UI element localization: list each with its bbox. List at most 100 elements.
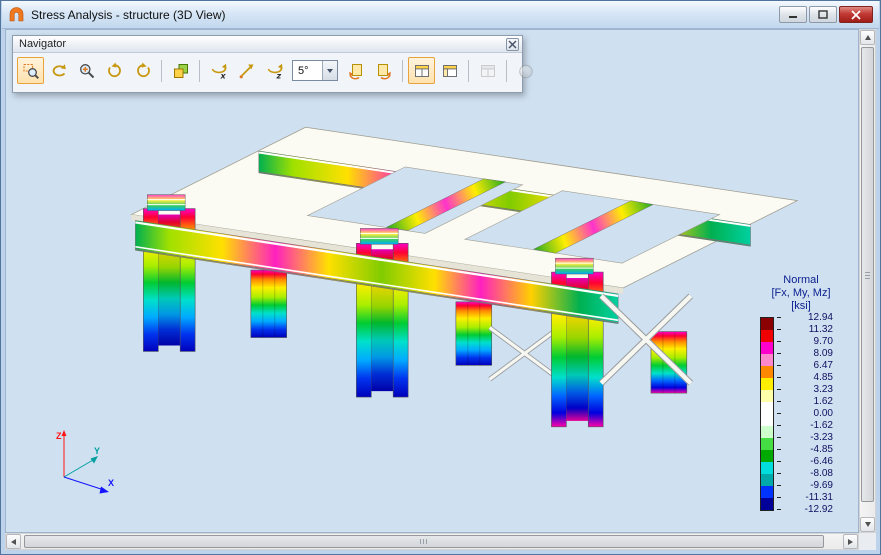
legend-band xyxy=(761,366,773,378)
rotate-view-ccw-button[interactable] xyxy=(101,57,128,84)
rotate-ccw-icon xyxy=(107,62,121,77)
legend-tick xyxy=(777,341,781,342)
window-controls xyxy=(779,6,873,23)
client-area: Navigator x z 5° Normal [Fx, My, Mz] [ks… xyxy=(5,29,876,550)
rotate-view-cw-button[interactable] xyxy=(129,57,156,84)
chevron-down-icon xyxy=(322,61,337,80)
legend-band xyxy=(761,486,773,498)
view-parallel-icon xyxy=(442,64,457,77)
legend-value: -6.46 xyxy=(810,456,833,467)
legend-band xyxy=(761,414,773,426)
scroll-right-button[interactable] xyxy=(843,534,858,549)
navigator-panel[interactable]: Navigator x z 5° xyxy=(12,35,533,93)
legend-value: 11.32 xyxy=(808,324,833,335)
rotate-z-letter: z xyxy=(275,71,281,80)
legend-tick xyxy=(777,413,781,414)
view-plane-icon xyxy=(480,64,495,77)
legend-colorbar xyxy=(760,317,774,511)
scroll-up-button[interactable] xyxy=(860,30,875,45)
maximize-button[interactable] xyxy=(809,6,837,23)
zoom-window-icon xyxy=(23,63,39,79)
legend-band xyxy=(761,498,773,510)
scroll-left-button[interactable] xyxy=(6,534,21,549)
legend-value: 9.70 xyxy=(813,336,833,347)
legend-value: 12.94 xyxy=(807,312,833,323)
rotation-angle-value: 5° xyxy=(298,64,309,77)
legend-band xyxy=(761,438,773,450)
vertical-scrollbar[interactable] xyxy=(859,29,876,533)
legend-value: -9.69 xyxy=(810,480,833,491)
app-icon xyxy=(9,7,24,22)
legend-tick xyxy=(777,389,781,390)
legend-band xyxy=(761,330,773,342)
rear-column[interactable] xyxy=(455,301,493,366)
legend-value: 6.47 xyxy=(813,360,833,371)
x-axis-label: X xyxy=(108,478,114,488)
legend-value: -1.62 xyxy=(810,420,833,431)
legend-band xyxy=(761,390,773,402)
legend-value: 0.00 xyxy=(813,408,833,419)
close-button[interactable] xyxy=(839,6,873,23)
thumb-grip-icon xyxy=(865,271,870,279)
scroll-up-icon xyxy=(864,35,871,40)
toolbar-separator xyxy=(468,59,469,82)
scroll-left-icon xyxy=(11,538,16,545)
vertical-scroll-thumb[interactable] xyxy=(861,47,874,502)
close-icon xyxy=(508,40,517,48)
axis-triad: Z Y X xyxy=(56,430,114,494)
rear-column[interactable] xyxy=(250,269,287,338)
toolbar-separator xyxy=(402,59,403,82)
rotation-angle-select[interactable]: 5° xyxy=(292,60,338,81)
beam-end[interactable] xyxy=(147,194,186,211)
navigator-titlebar[interactable]: Navigator xyxy=(13,36,522,53)
minimize-button[interactable] xyxy=(779,6,807,23)
legend-value: 8.09 xyxy=(813,348,833,359)
toolbar-separator xyxy=(199,59,200,82)
rotate-about-x-button[interactable]: x xyxy=(205,57,232,84)
legend-band xyxy=(761,354,773,366)
z-axis-arrow-icon xyxy=(61,430,67,436)
rotate-left-button[interactable] xyxy=(342,57,369,84)
free-rotation-button[interactable] xyxy=(233,57,260,84)
model-3d-view[interactable] xyxy=(6,30,858,532)
legend-tick xyxy=(777,509,781,510)
legend-value: -3.23 xyxy=(810,432,833,443)
view-isometric-button[interactable] xyxy=(408,57,435,84)
legend-band xyxy=(761,402,773,414)
app-window: Stress Analysis - structure (3D View) Na… xyxy=(0,0,881,555)
beam-end[interactable] xyxy=(555,257,594,275)
legend-band xyxy=(761,318,773,330)
legend-tick xyxy=(777,485,781,486)
scroll-down-button[interactable] xyxy=(860,517,875,532)
legend-value: 1.62 xyxy=(813,396,833,407)
rotate-about-z-button[interactable]: z xyxy=(261,57,288,84)
legend-band xyxy=(761,450,773,462)
legend-value: 3.23 xyxy=(813,384,833,395)
rotate-about-z-icon: z xyxy=(267,63,282,80)
rotate-right-button[interactable] xyxy=(370,57,397,84)
legend-band xyxy=(761,474,773,486)
beam-end[interactable] xyxy=(360,228,399,245)
minimize-icon xyxy=(789,15,797,18)
legend-value: 4.85 xyxy=(813,372,833,383)
horizontal-scroll-thumb[interactable] xyxy=(24,535,824,548)
legend-subtitle: [Fx, My, Mz] xyxy=(771,287,831,299)
display-layers-button[interactable] xyxy=(167,57,194,84)
navigator-toolbar: x z 5° xyxy=(13,53,533,88)
y-axis-arrow-icon xyxy=(90,456,98,464)
close-icon xyxy=(851,9,861,20)
zoom-in-button[interactable] xyxy=(73,57,100,84)
rotate-cw-icon xyxy=(136,62,150,77)
bracing[interactable] xyxy=(488,325,561,382)
rotate-left-icon xyxy=(348,63,362,79)
canvas[interactable]: Navigator x z 5° Normal [Fx, My, Mz] [ks… xyxy=(5,29,859,533)
legend-value: -11.31 xyxy=(805,492,833,503)
zoom-window-button[interactable] xyxy=(17,57,44,84)
legend-title: Normal xyxy=(783,274,819,286)
horizontal-scrollbar[interactable] xyxy=(5,533,859,550)
orbit-button[interactable] xyxy=(45,57,72,84)
titlebar[interactable]: Stress Analysis - structure (3D View) xyxy=(2,1,879,29)
view-parallel-button[interactable] xyxy=(436,57,463,84)
layers-icon xyxy=(173,63,188,78)
navigator-close-button[interactable] xyxy=(506,37,519,51)
